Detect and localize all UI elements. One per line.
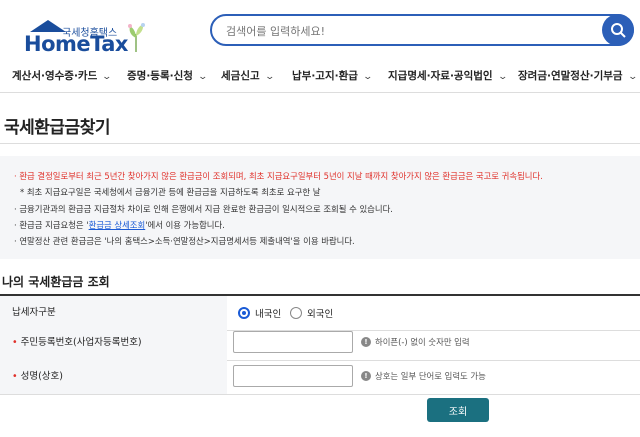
main-nav: 계산서·영수증·카드 ⌄ 증명·등록·신청 ⌄ 세금신고 ⌄ 납부·고지·환급 ⌄ 지급…	[0, 60, 640, 93]
logo-title: HomeTax	[24, 32, 128, 56]
name-row: • 성명(상호) ! 상호는 일부 단어로 입력도 가능	[0, 360, 640, 395]
notice-item: · 금융기관과의 환급금 지급절차 차이로 인해 은행에서 지급 완료한 환급금…	[14, 203, 393, 215]
divider	[0, 143, 640, 144]
notice-item: · 환급금 지급요청은 '환급금 상세조회'에서 이용 가능합니다.	[14, 219, 225, 231]
radio-domestic[interactable]: 내국인	[238, 306, 281, 320]
page-title: 국세환급금찾기	[4, 118, 110, 138]
chevron-down-icon: ⌄	[101, 72, 113, 82]
chevron-down-icon: ⌄	[362, 72, 373, 82]
nav-item-label: 세금신고	[221, 70, 260, 82]
radio-unchecked-icon	[290, 307, 302, 319]
radio-checked-icon	[238, 307, 250, 319]
required-mark: •	[12, 371, 18, 382]
radio-label: 외국인	[307, 309, 334, 320]
reg-number-row: • 주민등록번호(사업자등록번호) ! 하이픈(-) 없이 숫자만 입력	[0, 326, 640, 361]
search-icon	[611, 23, 626, 38]
reg-number-input[interactable]	[233, 331, 353, 353]
nav-item-incentive[interactable]: 장려금·연말정산·기부금 ⌄	[518, 68, 638, 83]
nav-item-payment[interactable]: 납부·고지·환급 ⌄	[292, 68, 373, 83]
notice-box: · 환급 결정일로부터 최근 5년간 찾아가지 않은 환급금이 조회되며, 최초…	[0, 156, 640, 259]
chevron-down-icon: ⌄	[627, 72, 638, 82]
radio-label: 내국인	[255, 309, 282, 320]
name-input[interactable]	[233, 365, 353, 387]
notice-text-prefix: 환급금 지급요청은 '	[19, 220, 89, 230]
search-submit-button[interactable]: 조회	[427, 398, 489, 422]
reg-number-label-text: 주민등록번호(사업자등록번호)	[20, 337, 142, 348]
notice-item: · 연말정산 관련 환급금은 '나의 홈택스>소득·연말정산>지급명세서등 제출…	[14, 235, 355, 247]
search-bar	[210, 14, 634, 46]
chevron-down-icon: ⌄	[497, 72, 508, 82]
notice-text: 금융기관과의 환급금 지급절차 차이로 인해 은행에서 지급 완료한 환급금이 …	[19, 204, 393, 214]
nav-item-label: 증명·등록·신청	[127, 70, 193, 82]
nav-item-label: 지급명세·자료·공익법인	[388, 70, 493, 82]
name-label: • 성명(상호)	[0, 360, 227, 394]
name-hint: ! 상호는 일부 단어로 입력도 가능	[361, 370, 486, 382]
taxpayer-type-label: 납세자구분	[0, 296, 227, 330]
required-mark: •	[12, 337, 18, 348]
nav-item-label: 계산서·영수증·카드	[12, 70, 98, 82]
hint-text: 상호는 일부 단어로 입력도 가능	[375, 371, 486, 381]
search-input[interactable]	[224, 20, 588, 42]
notice-text: 연말정산 관련 환급금은 '나의 홈택스>소득·연말정산>지급명세서등 제출내역…	[19, 236, 355, 246]
nav-item-label: 장려금·연말정산·기부금	[518, 70, 623, 82]
hint-text: 하이픈(-) 없이 숫자만 입력	[375, 337, 470, 347]
info-icon: !	[361, 337, 371, 347]
notice-text-suffix: '에서 이용 가능합니다.	[145, 220, 225, 230]
notice-subitem: * 최초 지급요구일은 국세청에서 금융기관 등에 환급금을 지급하도록 최초로…	[20, 187, 321, 197]
chevron-down-icon: ⌄	[197, 72, 208, 82]
nav-item-statement[interactable]: 지급명세·자료·공익법인 ⌄	[388, 68, 508, 83]
notice-text: 환급 결정일로부터 최근 5년간 찾아가지 않은 환급금이 조회되며, 최초 지…	[19, 171, 543, 181]
nav-item-invoice[interactable]: 계산서·영수증·카드 ⌄	[12, 68, 113, 83]
notice-item: · 환급 결정일로부터 최근 5년간 찾아가지 않은 환급금이 조회되며, 최초…	[14, 170, 543, 182]
house-roof-icon	[30, 20, 66, 32]
chevron-down-icon: ⌄	[264, 72, 275, 82]
header: 국세청홈택스 HomeTax	[0, 0, 640, 60]
nav-item-label: 납부·고지·환급	[292, 70, 358, 82]
section-title: 나의 국세환급금 조회	[2, 275, 110, 289]
info-icon: !	[361, 371, 371, 381]
nav-item-certificate[interactable]: 증명·등록·신청 ⌄	[127, 68, 208, 83]
hometax-logo[interactable]: 국세청홈택스 HomeTax	[12, 10, 145, 56]
plant-icon	[128, 23, 145, 52]
nav-item-tax-return[interactable]: 세금신고 ⌄	[221, 68, 275, 83]
refund-detail-link[interactable]: 환급금 상세조회	[89, 220, 146, 230]
name-label-text: 성명(상호)	[20, 371, 63, 382]
reg-number-hint: ! 하이픈(-) 없이 숫자만 입력	[361, 336, 470, 348]
radio-foreigner[interactable]: 외국인	[290, 306, 333, 320]
reg-number-label: • 주민등록번호(사업자등록번호)	[0, 326, 227, 360]
search-button[interactable]	[602, 14, 634, 46]
